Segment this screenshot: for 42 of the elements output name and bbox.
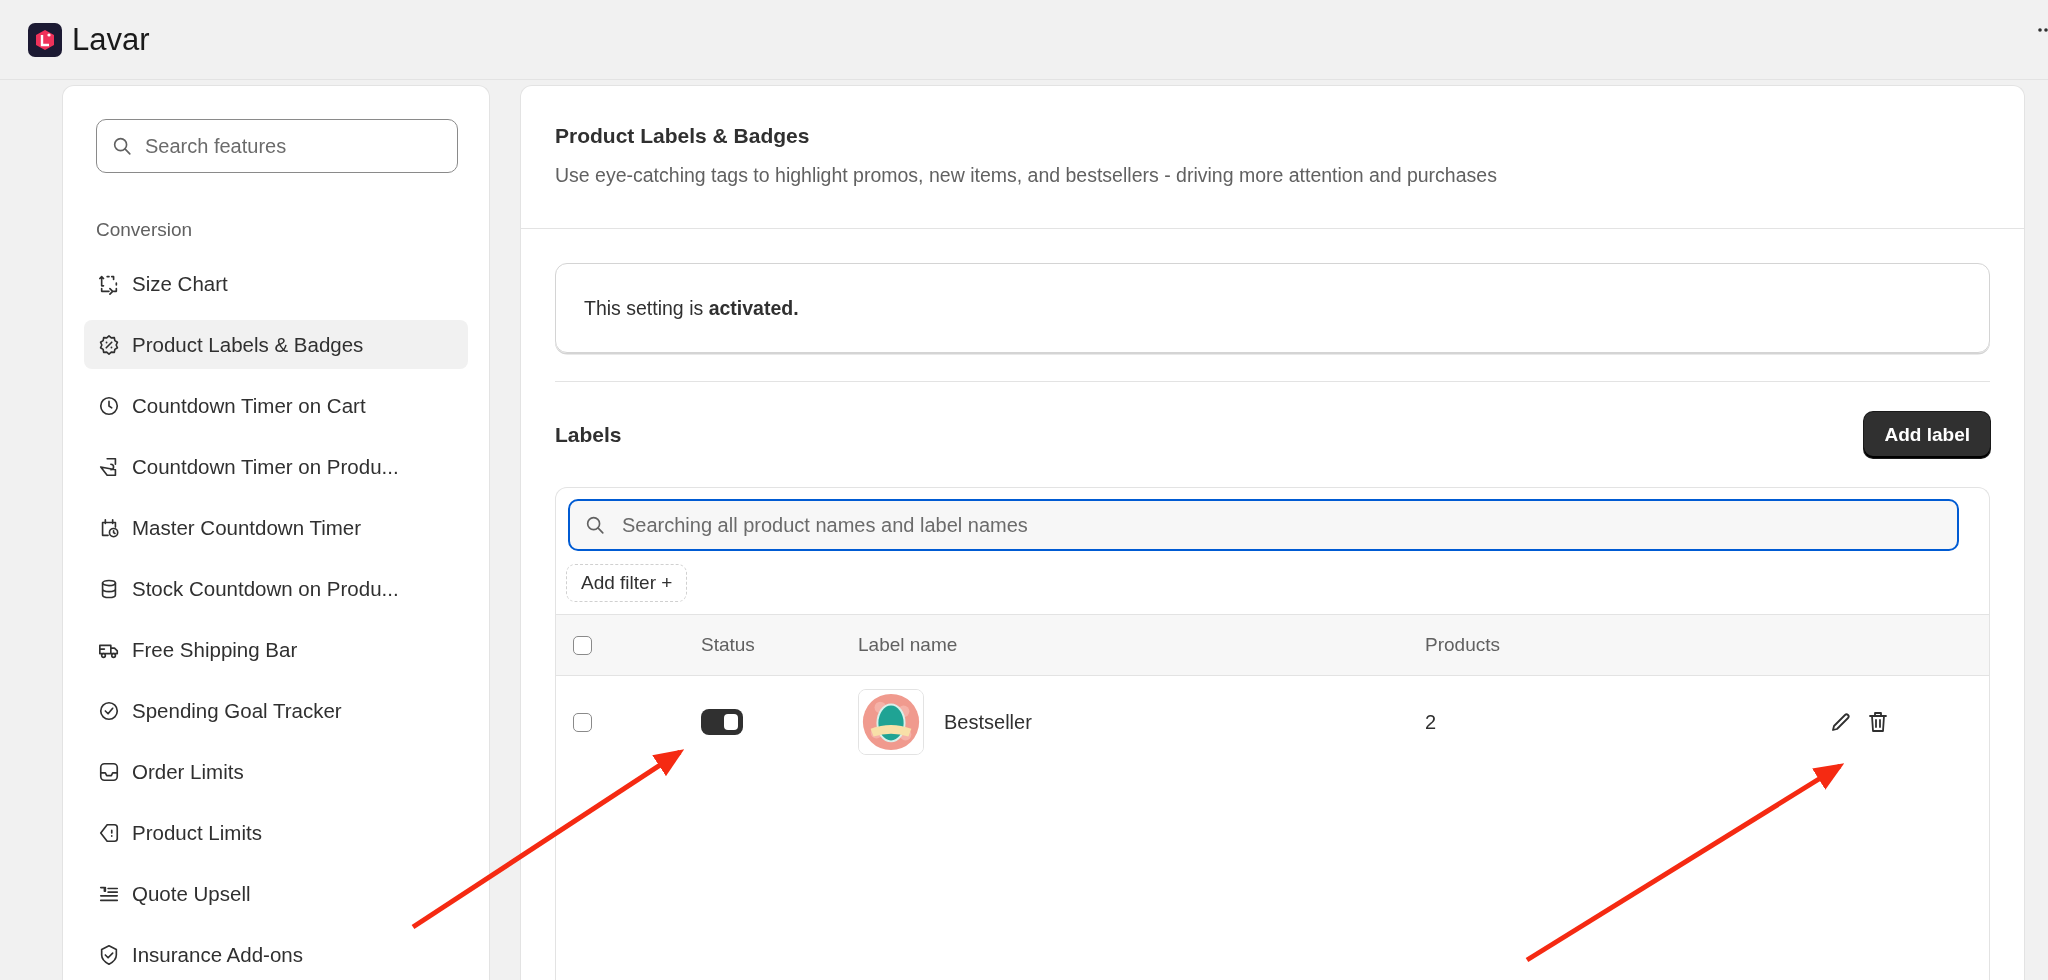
- pencil-icon[interactable]: [1829, 710, 1853, 734]
- sidebar-item[interactable]: Stock Countdown on Produ...: [84, 564, 468, 613]
- app-name: Lavar: [72, 21, 150, 58]
- search-field[interactable]: Searching all product names and label names: [568, 499, 1959, 551]
- column-header: Label name: [858, 634, 958, 656]
- sidebar-item[interactable]: Countdown Timer on Cart: [84, 381, 468, 430]
- check-circle-icon: [98, 699, 120, 722]
- app-logo-icon: [28, 22, 62, 57]
- sidebar-item[interactable]: Quote Upsell: [84, 869, 468, 918]
- product-count: 2: [1425, 710, 1438, 734]
- label-name: Bestseller: [944, 710, 1032, 734]
- clock-icon: [98, 394, 120, 417]
- page-description: Use eye-catching tags to highlight promos, new items, and bestsellers - driving more attention and purchases: [555, 164, 1497, 187]
- tag-alert-icon: [98, 821, 120, 844]
- section-heading: Conversion: [96, 219, 193, 241]
- trash-icon[interactable]: [1867, 710, 1889, 734]
- sidebar-item[interactable]: Size Chart: [84, 259, 468, 308]
- sidebar-item[interactable]: Product Labels & Badges: [84, 320, 468, 369]
- add-filter-button[interactable]: Add filter +: [566, 564, 688, 602]
- sidebar-item[interactable]: Master Countdown Timer: [84, 503, 468, 552]
- inbox-icon: [98, 760, 120, 783]
- column-header: Status: [701, 634, 755, 656]
- status-toggle[interactable]: [701, 709, 743, 735]
- sidebar-item[interactable]: Countdown Timer on Produ...: [84, 442, 468, 491]
- search-icon: [584, 514, 606, 536]
- badge-icon: [98, 333, 120, 356]
- sidebar-item[interactable]: Spending Goal Tracker: [84, 686, 468, 735]
- more-icon[interactable]: [2038, 28, 2048, 32]
- status-text: This setting is activated.: [584, 296, 799, 320]
- select-all-checkbox[interactable]: [573, 635, 592, 655]
- search-icon: [111, 135, 133, 157]
- sidebar-item[interactable]: Free Shipping Bar: [84, 625, 468, 674]
- sidebar-item[interactable]: Product Limits: [84, 808, 468, 857]
- shield-icon: [98, 943, 120, 966]
- sidebar-item[interactable]: Order Limits: [84, 747, 468, 796]
- column-header: Products: [1425, 634, 1500, 656]
- add-label-button[interactable]: Add label: [1864, 411, 1990, 458]
- page-title: Product Labels & Badges: [555, 124, 810, 148]
- search-field[interactable]: Search features: [96, 119, 458, 173]
- row-checkbox[interactable]: [573, 712, 592, 732]
- section-title: Labels: [555, 422, 622, 447]
- sidebar-item[interactable]: Insurance Add-ons: [84, 930, 468, 979]
